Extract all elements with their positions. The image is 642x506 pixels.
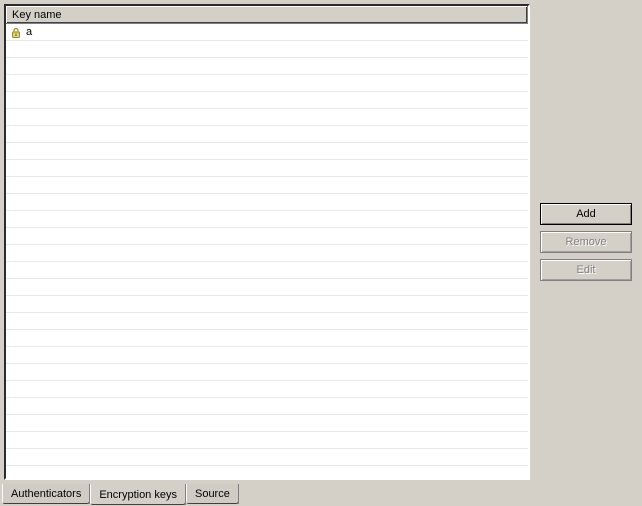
add-button-label: Add bbox=[576, 208, 596, 220]
tab-bar: Authenticators Encryption keys Source bbox=[0, 484, 642, 506]
list-item-label: a bbox=[26, 24, 32, 41]
key-list[interactable]: a bbox=[6, 24, 528, 478]
edit-button: Edit bbox=[540, 259, 632, 281]
list-item[interactable]: a bbox=[6, 24, 528, 41]
remove-button: Remove bbox=[540, 231, 632, 253]
column-header-key-name[interactable]: Key name bbox=[6, 6, 528, 24]
button-panel: Add Remove Edit bbox=[534, 0, 642, 484]
key-list-panel: Key name a bbox=[4, 4, 530, 480]
tab-label: Encryption keys bbox=[99, 489, 177, 501]
remove-button-label: Remove bbox=[566, 236, 607, 248]
tab-encryption-keys[interactable]: Encryption keys bbox=[90, 484, 186, 505]
add-button[interactable]: Add bbox=[540, 203, 632, 225]
grid-lines bbox=[6, 24, 528, 478]
lock-icon bbox=[10, 27, 22, 39]
tab-label: Source bbox=[195, 488, 230, 500]
column-header-label: Key name bbox=[12, 9, 62, 21]
tab-source[interactable]: Source bbox=[186, 484, 239, 504]
tab-label: Authenticators bbox=[11, 488, 81, 500]
tab-authenticators[interactable]: Authenticators bbox=[2, 484, 90, 504]
edit-button-label: Edit bbox=[577, 264, 596, 276]
